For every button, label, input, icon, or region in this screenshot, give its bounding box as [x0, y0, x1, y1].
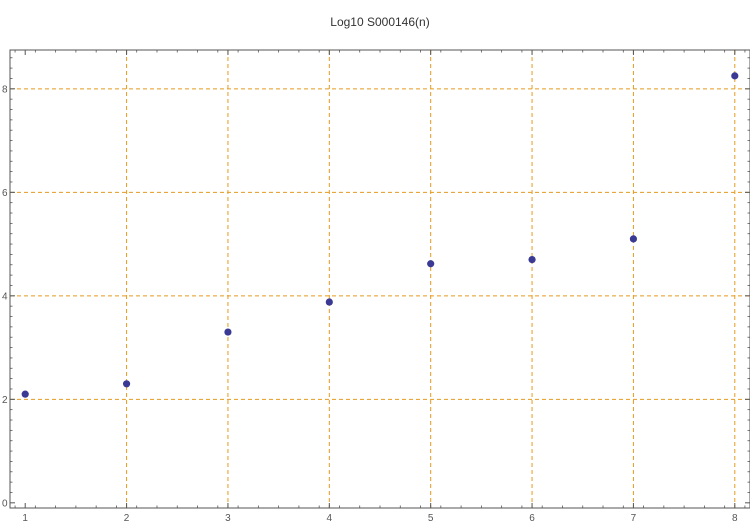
data-point-5: [427, 260, 435, 268]
axis-ticks: [10, 50, 750, 508]
data-point-2: [122, 380, 131, 388]
data-point-8: [731, 72, 739, 80]
x-tick-label-3: 3: [225, 513, 231, 524]
plot-frame: [9, 49, 750, 509]
x-tick-label-2: 2: [124, 513, 130, 524]
y-tick-label-0: 0: [2, 498, 8, 509]
data-point-6: [528, 255, 536, 264]
data-point-1: [21, 390, 29, 398]
y-tick-label-4: 4: [2, 291, 8, 302]
grid-lines: [10, 50, 750, 508]
data-point-4: [325, 298, 333, 306]
y-tick-label-6: 6: [2, 188, 8, 199]
x-tick-label-8: 8: [732, 513, 738, 524]
data-points: [21, 72, 739, 398]
y-tick-label-2: 2: [2, 395, 8, 406]
x-tick-label-6: 6: [529, 513, 535, 524]
scatter-plot: 1 2 3 4 5 6 7 8 0 2 4 6 8: [2, 49, 750, 524]
x-tick-label-5: 5: [428, 513, 434, 524]
data-point-7: [629, 235, 638, 243]
data-point-3: [224, 328, 232, 336]
y-tick-label-8: 8: [2, 84, 8, 95]
tick-labels: 1 2 3 4 5 6 7 8 0 2 4 6 8: [2, 84, 738, 524]
x-tick-label-7: 7: [631, 513, 637, 524]
x-tick-label-4: 4: [327, 513, 333, 524]
x-tick-label-1: 1: [22, 513, 28, 524]
